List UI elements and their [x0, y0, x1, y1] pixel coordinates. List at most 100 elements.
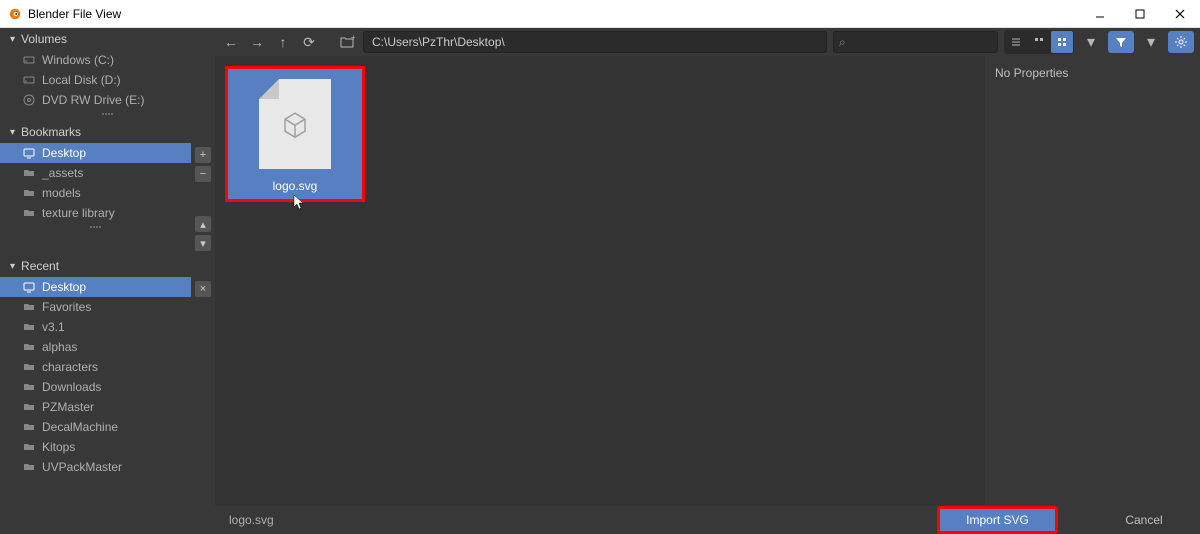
remove-bookmark-button[interactable]: − [195, 166, 211, 182]
sidebar-item-label: DVD RW Drive (E:) [42, 93, 144, 107]
sidebar-recent-pzmaster[interactable]: PZMaster [0, 397, 191, 417]
sidebar-item-label: Desktop [42, 280, 86, 294]
sidebar-item-label: Windows (C:) [42, 53, 114, 67]
drive-icon [22, 73, 36, 87]
sidebar-item-label: Favorites [42, 300, 91, 314]
import-button[interactable]: Import SVG [937, 506, 1058, 534]
sidebar-recent-kitops[interactable]: Kitops [0, 437, 191, 457]
folder-icon [22, 360, 36, 374]
folder-icon [22, 186, 36, 200]
sidebar-item-label: Local Disk (D:) [42, 73, 121, 87]
filter-dropdown[interactable]: ▾ [1140, 31, 1162, 53]
sidebar-item-label: models [42, 186, 81, 200]
bookmarks-label: Bookmarks [21, 125, 81, 139]
refresh-button[interactable]: ⟳ [299, 32, 319, 52]
maximize-button[interactable] [1128, 2, 1152, 26]
desktop-icon [22, 146, 36, 160]
add-bookmark-button[interactable]: + [195, 147, 211, 163]
search-input[interactable] [833, 31, 998, 53]
sidebar-item-label: Kitops [42, 440, 75, 454]
sidebar: ▾ Volumes Windows (C:) Local Disk (D:) D… [0, 28, 215, 534]
sidebar-item-label: PZMaster [42, 400, 94, 414]
recent-label: Recent [21, 259, 59, 273]
titlebar: Blender File View [0, 0, 1200, 28]
sidebar-item-label: DecalMachine [42, 420, 118, 434]
bottom-bar: logo.svg Import SVG Cancel [215, 506, 1200, 534]
drag-handle[interactable] [98, 113, 118, 118]
new-folder-button[interactable]: + [337, 32, 357, 52]
desktop-icon [22, 280, 36, 294]
forward-button[interactable]: → [247, 32, 267, 52]
cursor-icon [293, 194, 305, 213]
view-thumbnails-button[interactable] [1051, 31, 1073, 53]
sidebar-item-label: _assets [42, 166, 83, 180]
file-item-logo-svg[interactable]: logo.svg [225, 66, 365, 202]
file-preview [259, 79, 331, 169]
sidebar-recent-downloads[interactable]: Downloads [0, 377, 191, 397]
folder-icon [22, 166, 36, 180]
folder-icon [22, 206, 36, 220]
sidebar-recent-decal[interactable]: DecalMachine [0, 417, 191, 437]
sidebar-volume-e[interactable]: DVD RW Drive (E:) [0, 90, 215, 110]
folder-icon [22, 420, 36, 434]
drag-handle[interactable] [86, 226, 106, 231]
minimize-button[interactable] [1088, 2, 1112, 26]
file-type-icon [279, 109, 311, 146]
filename-display: logo.svg [221, 513, 931, 527]
back-button[interactable]: ← [221, 32, 241, 52]
properties-panel: No Properties [985, 56, 1200, 506]
view-list-horizontal-button[interactable] [1028, 31, 1050, 53]
filter-button[interactable] [1108, 31, 1134, 53]
view-list-vertical-button[interactable] [1005, 31, 1027, 53]
sidebar-bookmark-assets[interactable]: _assets [0, 163, 191, 183]
folder-icon [22, 300, 36, 314]
search-icon: ⌕ [839, 35, 846, 50]
folder-icon [22, 440, 36, 454]
sidebar-bookmark-desktop[interactable]: Desktop [0, 143, 191, 163]
drive-icon [22, 53, 36, 67]
sidebar-item-label: alphas [42, 340, 77, 354]
sidebar-recent-alphas[interactable]: alphas [0, 337, 191, 357]
window-title: Blender File View [28, 7, 1088, 21]
path-input[interactable] [363, 31, 827, 53]
sidebar-volume-d[interactable]: Local Disk (D:) [0, 70, 215, 90]
sidebar-recent-desktop[interactable]: Desktop [0, 277, 191, 297]
sidebar-item-label: v3.1 [42, 320, 65, 334]
sidebar-bookmark-models[interactable]: models [0, 183, 191, 203]
settings-button[interactable] [1168, 31, 1194, 53]
volumes-label: Volumes [21, 32, 67, 46]
folder-icon [22, 320, 36, 334]
folder-icon [22, 340, 36, 354]
move-down-button[interactable]: ▾ [195, 235, 211, 251]
sidebar-recent-favorites[interactable]: Favorites [0, 297, 191, 317]
recent-header[interactable]: ▾ Recent [0, 255, 191, 277]
sort-dropdown[interactable]: ▾ [1080, 31, 1102, 53]
sidebar-item-label: UVPackMaster [42, 460, 122, 474]
sidebar-volume-c[interactable]: Windows (C:) [0, 50, 215, 70]
parent-button[interactable]: ↑ [273, 32, 293, 52]
sidebar-recent-v31[interactable]: v3.1 [0, 317, 191, 337]
disc-icon [22, 93, 36, 107]
bookmarks-header[interactable]: ▾ Bookmarks [0, 121, 191, 143]
chevron-down-icon: ▾ [10, 34, 15, 45]
chevron-down-icon: ▾ [10, 127, 15, 138]
cancel-button[interactable]: Cancel [1104, 509, 1184, 531]
sidebar-recent-uvpack[interactable]: UVPackMaster [0, 457, 191, 477]
toolbar: ← → ↑ ⟳ + ⌕ ▾ ▾ [215, 28, 1200, 56]
clear-recent-button[interactable]: × [195, 281, 211, 297]
folder-icon [22, 460, 36, 474]
file-label: logo.svg [273, 179, 318, 193]
sidebar-bookmark-texture[interactable]: texture library [0, 203, 191, 223]
volumes-header[interactable]: ▾ Volumes [0, 28, 215, 50]
folder-icon [22, 400, 36, 414]
blender-icon [8, 7, 22, 21]
close-button[interactable] [1168, 2, 1192, 26]
sidebar-recent-characters[interactable]: characters [0, 357, 191, 377]
sidebar-item-label: texture library [42, 206, 115, 220]
no-properties-text: No Properties [995, 66, 1068, 80]
sidebar-item-label: characters [42, 360, 98, 374]
chevron-down-icon: ▾ [10, 261, 15, 272]
move-up-button[interactable]: ▴ [195, 216, 211, 232]
file-grid[interactable]: logo.svg [215, 56, 985, 506]
folder-icon [22, 380, 36, 394]
